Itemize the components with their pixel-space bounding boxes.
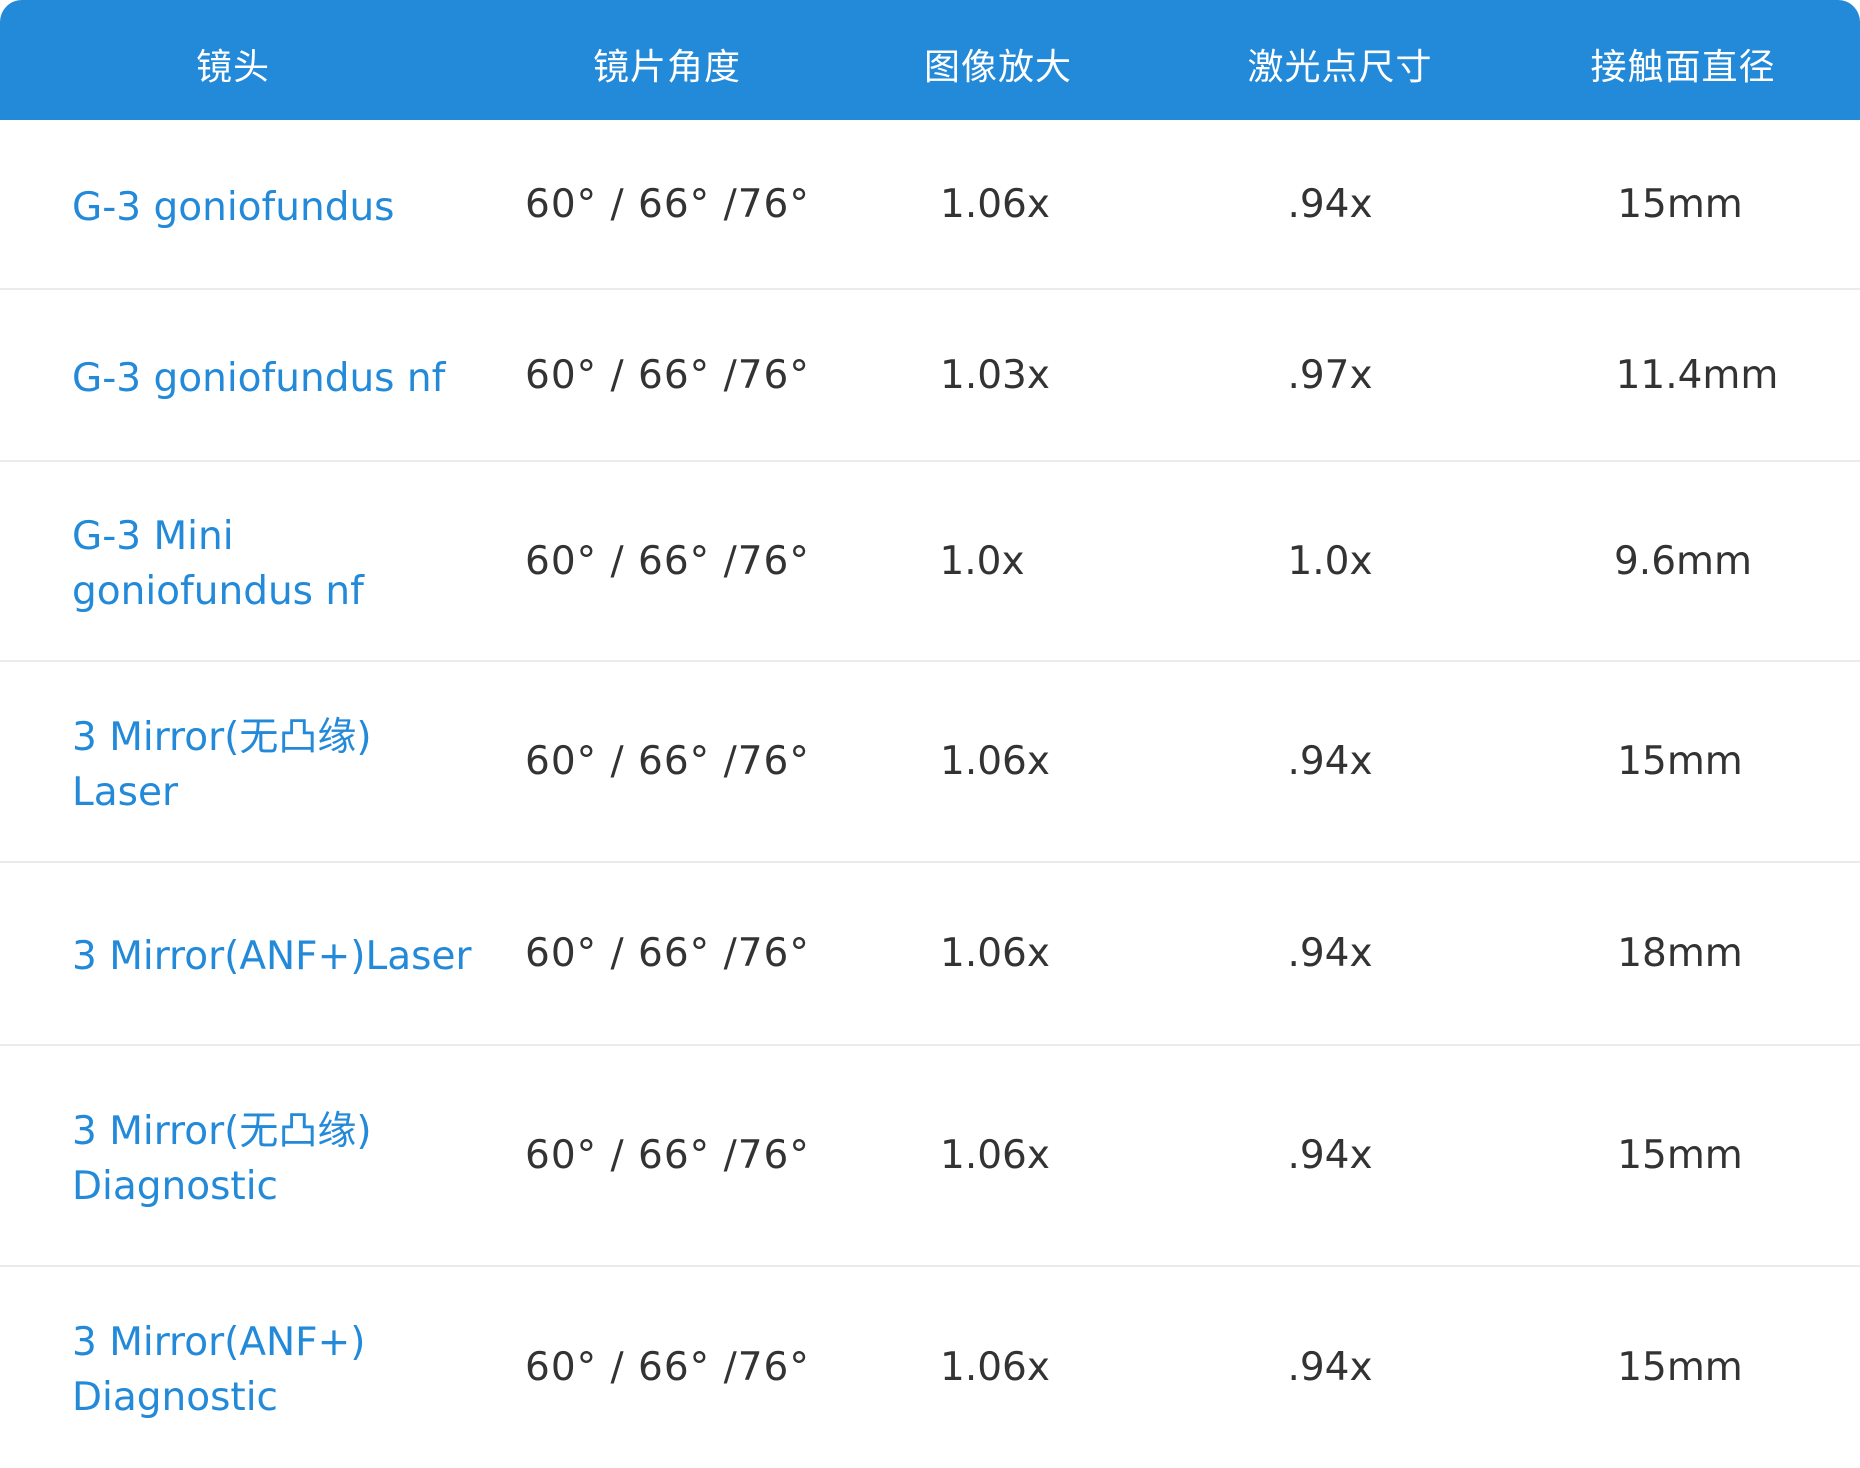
- image-magnification: 1.06x: [940, 181, 1050, 227]
- table-row: 3 Mirror(无凸缘) Diagnostic 60° / 66° /76° …: [0, 1046, 1860, 1267]
- lens-name: 3 Mirror(ANF+)Laser: [72, 934, 472, 979]
- contact-diameter: 18mm: [1617, 931, 1743, 976]
- lens-angle: 60° / 66° /76°: [525, 931, 810, 976]
- laser-spot-size: .97x: [1287, 352, 1373, 398]
- contact-diameter: 15mm: [1617, 1344, 1743, 1390]
- header-laser-spot-size: 激光点尺寸: [1247, 47, 1433, 88]
- lens-angle: 60° / 66° /76°: [525, 739, 810, 784]
- lens-angle: 60° / 66° /76°: [525, 181, 810, 227]
- lens-name: 3 Mirror(ANF+) Diagnostic: [72, 1320, 366, 1420]
- lens-angle: 60° / 66° /76°: [525, 1344, 810, 1390]
- image-magnification: 1.06x: [940, 1133, 1050, 1178]
- image-magnification: 1.0x: [939, 538, 1025, 584]
- laser-spot-size: .94x: [1287, 1133, 1373, 1178]
- header-lens-angle: 镜片角度: [592, 47, 742, 88]
- laser-spot-size: .94x: [1287, 931, 1373, 976]
- lens-angle: 60° / 66° /76°: [525, 352, 810, 398]
- table-row: G-3 Mini goniofundus nf 60° / 66° /76° 1…: [0, 462, 1860, 662]
- lens-angle: 60° / 66° /76°: [525, 1133, 810, 1178]
- lens-name: G-3 Mini goniofundus nf: [72, 514, 364, 614]
- header-lens: 镜头: [195, 47, 271, 88]
- image-magnification: 1.06x: [940, 1344, 1050, 1390]
- contact-diameter: 15mm: [1617, 181, 1743, 227]
- contact-diameter: 15mm: [1617, 739, 1743, 784]
- laser-spot-size: 1.0x: [1287, 538, 1373, 584]
- contact-diameter: 15mm: [1617, 1133, 1743, 1178]
- lens-spec-table: 镜头 镜片角度 图像放大 激光点尺寸 接触面直径 G-3 goniofundus…: [0, 0, 1860, 1467]
- image-magnification: 1.06x: [940, 931, 1050, 976]
- laser-spot-size: .94x: [1287, 181, 1373, 227]
- laser-spot-size: .94x: [1287, 1344, 1373, 1390]
- laser-spot-size: .94x: [1287, 739, 1373, 784]
- contact-diameter: 9.6mm: [1613, 538, 1753, 584]
- table-header: 镜头 镜片角度 图像放大 激光点尺寸 接触面直径: [0, 0, 1860, 120]
- lens-angle: 60° / 66° /76°: [525, 538, 810, 584]
- lens-name: G-3 goniofundus: [72, 184, 395, 230]
- table-row: 3 Mirror(无凸缘) Laser 60° / 66° /76° 1.06x…: [0, 662, 1860, 863]
- table-row: G-3 goniofundus nf 60° / 66° /76° 1.03x …: [0, 290, 1860, 462]
- lens-name: 3 Mirror(无凸缘) Laser: [72, 714, 372, 815]
- image-magnification: 1.03x: [940, 352, 1050, 398]
- header-contact-diameter: 接触面直径: [1590, 47, 1776, 88]
- table-row: G-3 goniofundus 60° / 66° /76° 1.06x .94…: [0, 120, 1860, 290]
- image-magnification: 1.06x: [940, 739, 1050, 784]
- lens-name: 3 Mirror(无凸缘) Diagnostic: [72, 1108, 372, 1209]
- table-row: 3 Mirror(ANF+) Diagnostic 60° / 66° /76°…: [0, 1267, 1860, 1467]
- header-image-magnification: 图像放大: [923, 47, 1073, 88]
- contact-diameter: 11.4mm: [1615, 352, 1779, 398]
- lens-name: G-3 goniofundus nf: [72, 355, 446, 401]
- table-row: 3 Mirror(ANF+)Laser 60° / 66° /76° 1.06x…: [0, 863, 1860, 1046]
